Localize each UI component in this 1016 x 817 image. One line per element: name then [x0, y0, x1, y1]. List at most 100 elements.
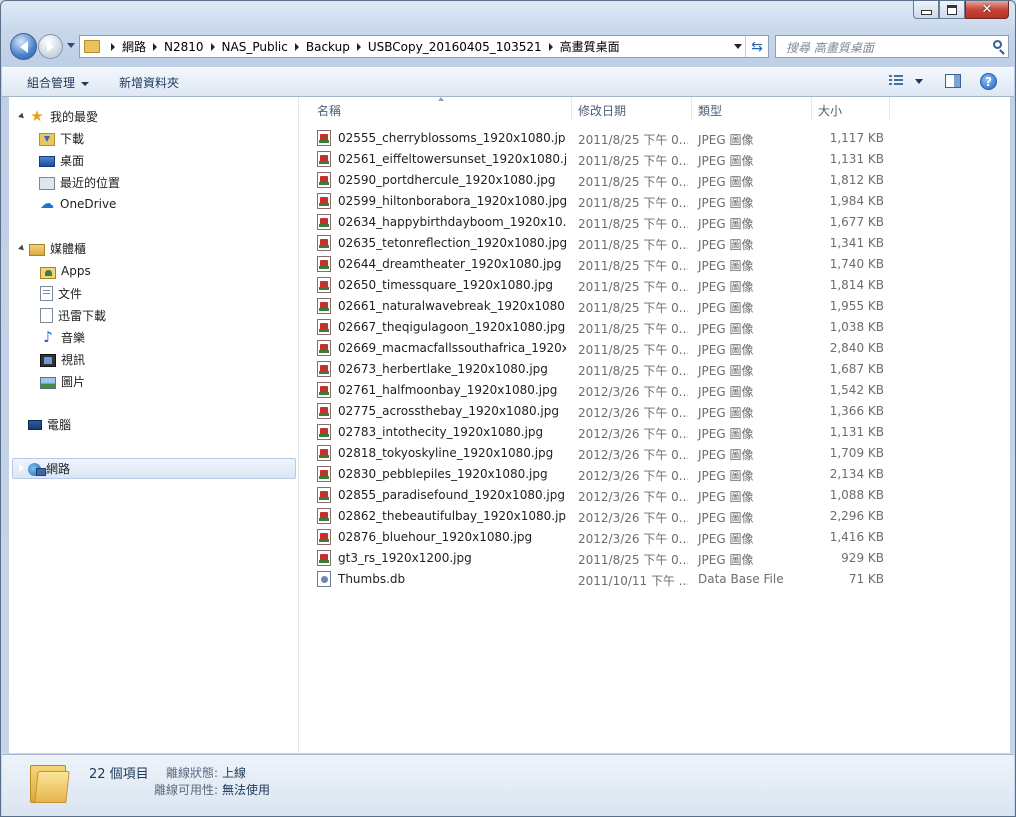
collapse-icon[interactable]	[30, 354, 36, 364]
file-type: JPEG 圖像	[698, 280, 754, 294]
breadcrumb-separator-icon[interactable]	[153, 42, 158, 51]
breadcrumb-separator-icon[interactable]	[356, 42, 361, 51]
sidebar-item-pictures[interactable]: 圖片	[30, 371, 85, 391]
breadcrumb-separator-icon[interactable]	[548, 42, 553, 51]
file-size: 1,740 KB	[829, 257, 884, 271]
sidebar-item-videos[interactable]: 視訊	[30, 349, 85, 369]
sidebar-item-thunder-downloads[interactable]: 迅雷下載	[30, 305, 106, 325]
sidebar-item-music[interactable]: ♪ 音樂	[30, 327, 86, 347]
sidebar-item-computer[interactable]: 電腦	[18, 414, 71, 434]
offline-status-value: 上線	[222, 766, 247, 780]
change-view-button[interactable]	[889, 75, 903, 87]
breadcrumb-usbcopy[interactable]: USBCopy_20160405_103521	[368, 40, 542, 54]
address-history-dropdown[interactable]	[734, 44, 742, 49]
column-header-type[interactable]: 類型	[698, 102, 722, 119]
file-size: 1,984 KB	[829, 194, 884, 208]
help-button[interactable]: ?	[980, 73, 997, 90]
offline-status-label: 離線狀態:	[166, 766, 219, 780]
file-row[interactable]: 02775_acrossthebay_1920x1080.jpg 2012/3/2…	[317, 401, 887, 422]
collapse-icon[interactable]	[30, 376, 36, 386]
apps-library-icon	[40, 266, 56, 279]
file-row[interactable]: 02590_portdhercule_1920x1080.jpg 2011/8/2…	[317, 170, 887, 191]
file-date: 2012/3/26 下午 0...	[578, 427, 688, 441]
tree-libraries[interactable]: 媒體櫃	[18, 238, 86, 258]
file-row[interactable]: 02599_hiltonborabora_1920x1080.jpg 2011/8…	[317, 191, 887, 212]
file-row[interactable]: gt3_rs_1920x1200.jpg 2011/8/25 下午 0... JPE…	[317, 548, 887, 569]
sidebar-item-network[interactable]: 網路	[18, 458, 70, 478]
refresh-button[interactable]: ⇆	[745, 36, 768, 57]
file-name: 02761_halfmoonbay_1920x1080.jpg	[338, 383, 558, 397]
breadcrumb-n2810[interactable]: N2810	[164, 40, 204, 54]
close-button[interactable]: ✕	[965, 1, 1009, 19]
file-row[interactable]: 02761_halfmoonbay_1920x1080.jpg 2012/3/26…	[317, 380, 887, 401]
organize-button[interactable]: 組合管理	[27, 74, 90, 91]
expand-icon[interactable]	[18, 112, 26, 120]
breadcrumb-nas-public[interactable]: NAS_Public	[222, 40, 288, 54]
file-row[interactable]: 02855_paradisefound_1920x1080.jpg 2012/3/…	[317, 485, 887, 506]
file-row[interactable]: 02783_intothecity_1920x1080.jpg 2012/3/26…	[317, 422, 887, 443]
file-row[interactable]: 02644_dreamtheater_1920x1080.jpg 2011/8/2…	[317, 254, 887, 275]
organize-label: 組合管理	[27, 76, 76, 90]
file-row[interactable]: 02673_herbertlake_1920x1080.jpg 2011/8/25…	[317, 359, 887, 380]
file-row[interactable]: 02650_timessquare_1920x1080.jpg 2011/8/25…	[317, 275, 887, 296]
minimize-button[interactable]	[913, 1, 939, 19]
column-header-date[interactable]: 修改日期	[578, 102, 626, 119]
expand-icon[interactable]	[18, 244, 26, 252]
file-row[interactable]: 02661_naturalwavebreak_1920x1080.j... 201…	[317, 296, 887, 317]
file-row[interactable]: 02635_tetonreflection_1920x1080.jpg 2011/…	[317, 233, 887, 254]
file-row[interactable]: 02555_cherryblossoms_1920x1080.jpg 2011/8…	[317, 128, 887, 149]
maximize-button[interactable]	[939, 1, 965, 19]
breadcrumb-backup[interactable]: Backup	[306, 40, 350, 54]
sidebar-item-apps[interactable]: Apps	[30, 261, 91, 281]
breadcrumb-separator-icon[interactable]	[111, 42, 115, 51]
sidebar-item-onedrive[interactable]: ☁ OneDrive	[39, 194, 116, 214]
breadcrumb-separator-icon[interactable]	[210, 42, 215, 51]
sidebar-item-downloads[interactable]: 下載	[39, 128, 84, 148]
collapse-icon[interactable]	[30, 332, 36, 342]
address-bar[interactable]: 網路 N2810 NAS_Public Backup USBCopy_20160…	[79, 35, 769, 58]
file-date: 2011/8/25 下午 0...	[578, 301, 688, 315]
recent-pages-dropdown[interactable]	[67, 43, 75, 48]
file-row[interactable]: 02830_pebblepiles_1920x1080.jpg 2012/3/26…	[317, 464, 887, 485]
file-row[interactable]: 02862_thebeautifulbay_1920x1080.jpg 2012/…	[317, 506, 887, 527]
tree-label: 音樂	[61, 330, 86, 345]
column-header-name[interactable]: 名稱	[317, 102, 341, 119]
breadcrumb-current-folder[interactable]: 高畫質桌面	[560, 38, 620, 55]
file-row[interactable]: 02561_eiffeltowersunset_1920x1080.jpg 201…	[317, 149, 887, 170]
file-type: JPEG 圖像	[698, 301, 754, 315]
file-row[interactable]: 02876_bluehour_1920x1080.jpg 2012/3/26 下午…	[317, 527, 887, 548]
sidebar-item-desktop[interactable]: 桌面	[39, 150, 84, 170]
column-divider[interactable]	[691, 97, 692, 121]
new-folder-button[interactable]: 新增資料夾	[119, 74, 179, 91]
collapse-icon[interactable]	[30, 288, 36, 298]
collapse-icon[interactable]	[30, 266, 36, 276]
tree-favorites[interactable]: ★ 我的最愛	[18, 106, 98, 126]
column-header-size[interactable]: 大小	[818, 102, 842, 119]
file-type: JPEG 圖像	[698, 469, 754, 483]
search-input[interactable]	[784, 37, 988, 58]
file-row[interactable]: 02634_happybirthdayboom_1920x10... 2011/8…	[317, 212, 887, 233]
collapse-icon[interactable]	[30, 310, 36, 320]
column-divider[interactable]	[889, 97, 890, 121]
sidebar-item-recent-places[interactable]: 最近的位置	[39, 172, 120, 192]
jpeg-file-icon	[317, 382, 331, 398]
search-icon[interactable]	[993, 40, 1002, 49]
sidebar-item-documents[interactable]: 文件	[30, 283, 82, 303]
file-row[interactable]: 02818_tokyoskyline_1920x1080.jpg 2012/3/2…	[317, 443, 887, 464]
file-row[interactable]: 02667_theqigulagoon_1920x1080.jpg 2011/8/…	[317, 317, 887, 338]
file-row[interactable]: Thumbs.db 2011/10/11 下午 ... Data Base File…	[317, 569, 887, 590]
column-divider[interactable]	[571, 97, 572, 121]
back-button[interactable]	[10, 33, 37, 60]
collapse-icon[interactable]	[18, 419, 24, 429]
collapse-icon[interactable]	[18, 463, 24, 473]
view-options-dropdown[interactable]	[915, 79, 923, 84]
file-size: 1,117 KB	[829, 131, 884, 145]
preview-pane-button[interactable]	[945, 74, 961, 88]
tree-label: OneDrive	[60, 197, 117, 211]
forward-button[interactable]	[38, 34, 63, 59]
file-row[interactable]: 02669_macmacfallssouthafrica_1920x... 201…	[317, 338, 887, 359]
breadcrumb-separator-icon[interactable]	[294, 42, 299, 51]
file-size: 1,687 KB	[829, 362, 884, 376]
breadcrumb-network[interactable]: 網路	[122, 38, 146, 55]
column-divider[interactable]	[811, 97, 812, 121]
